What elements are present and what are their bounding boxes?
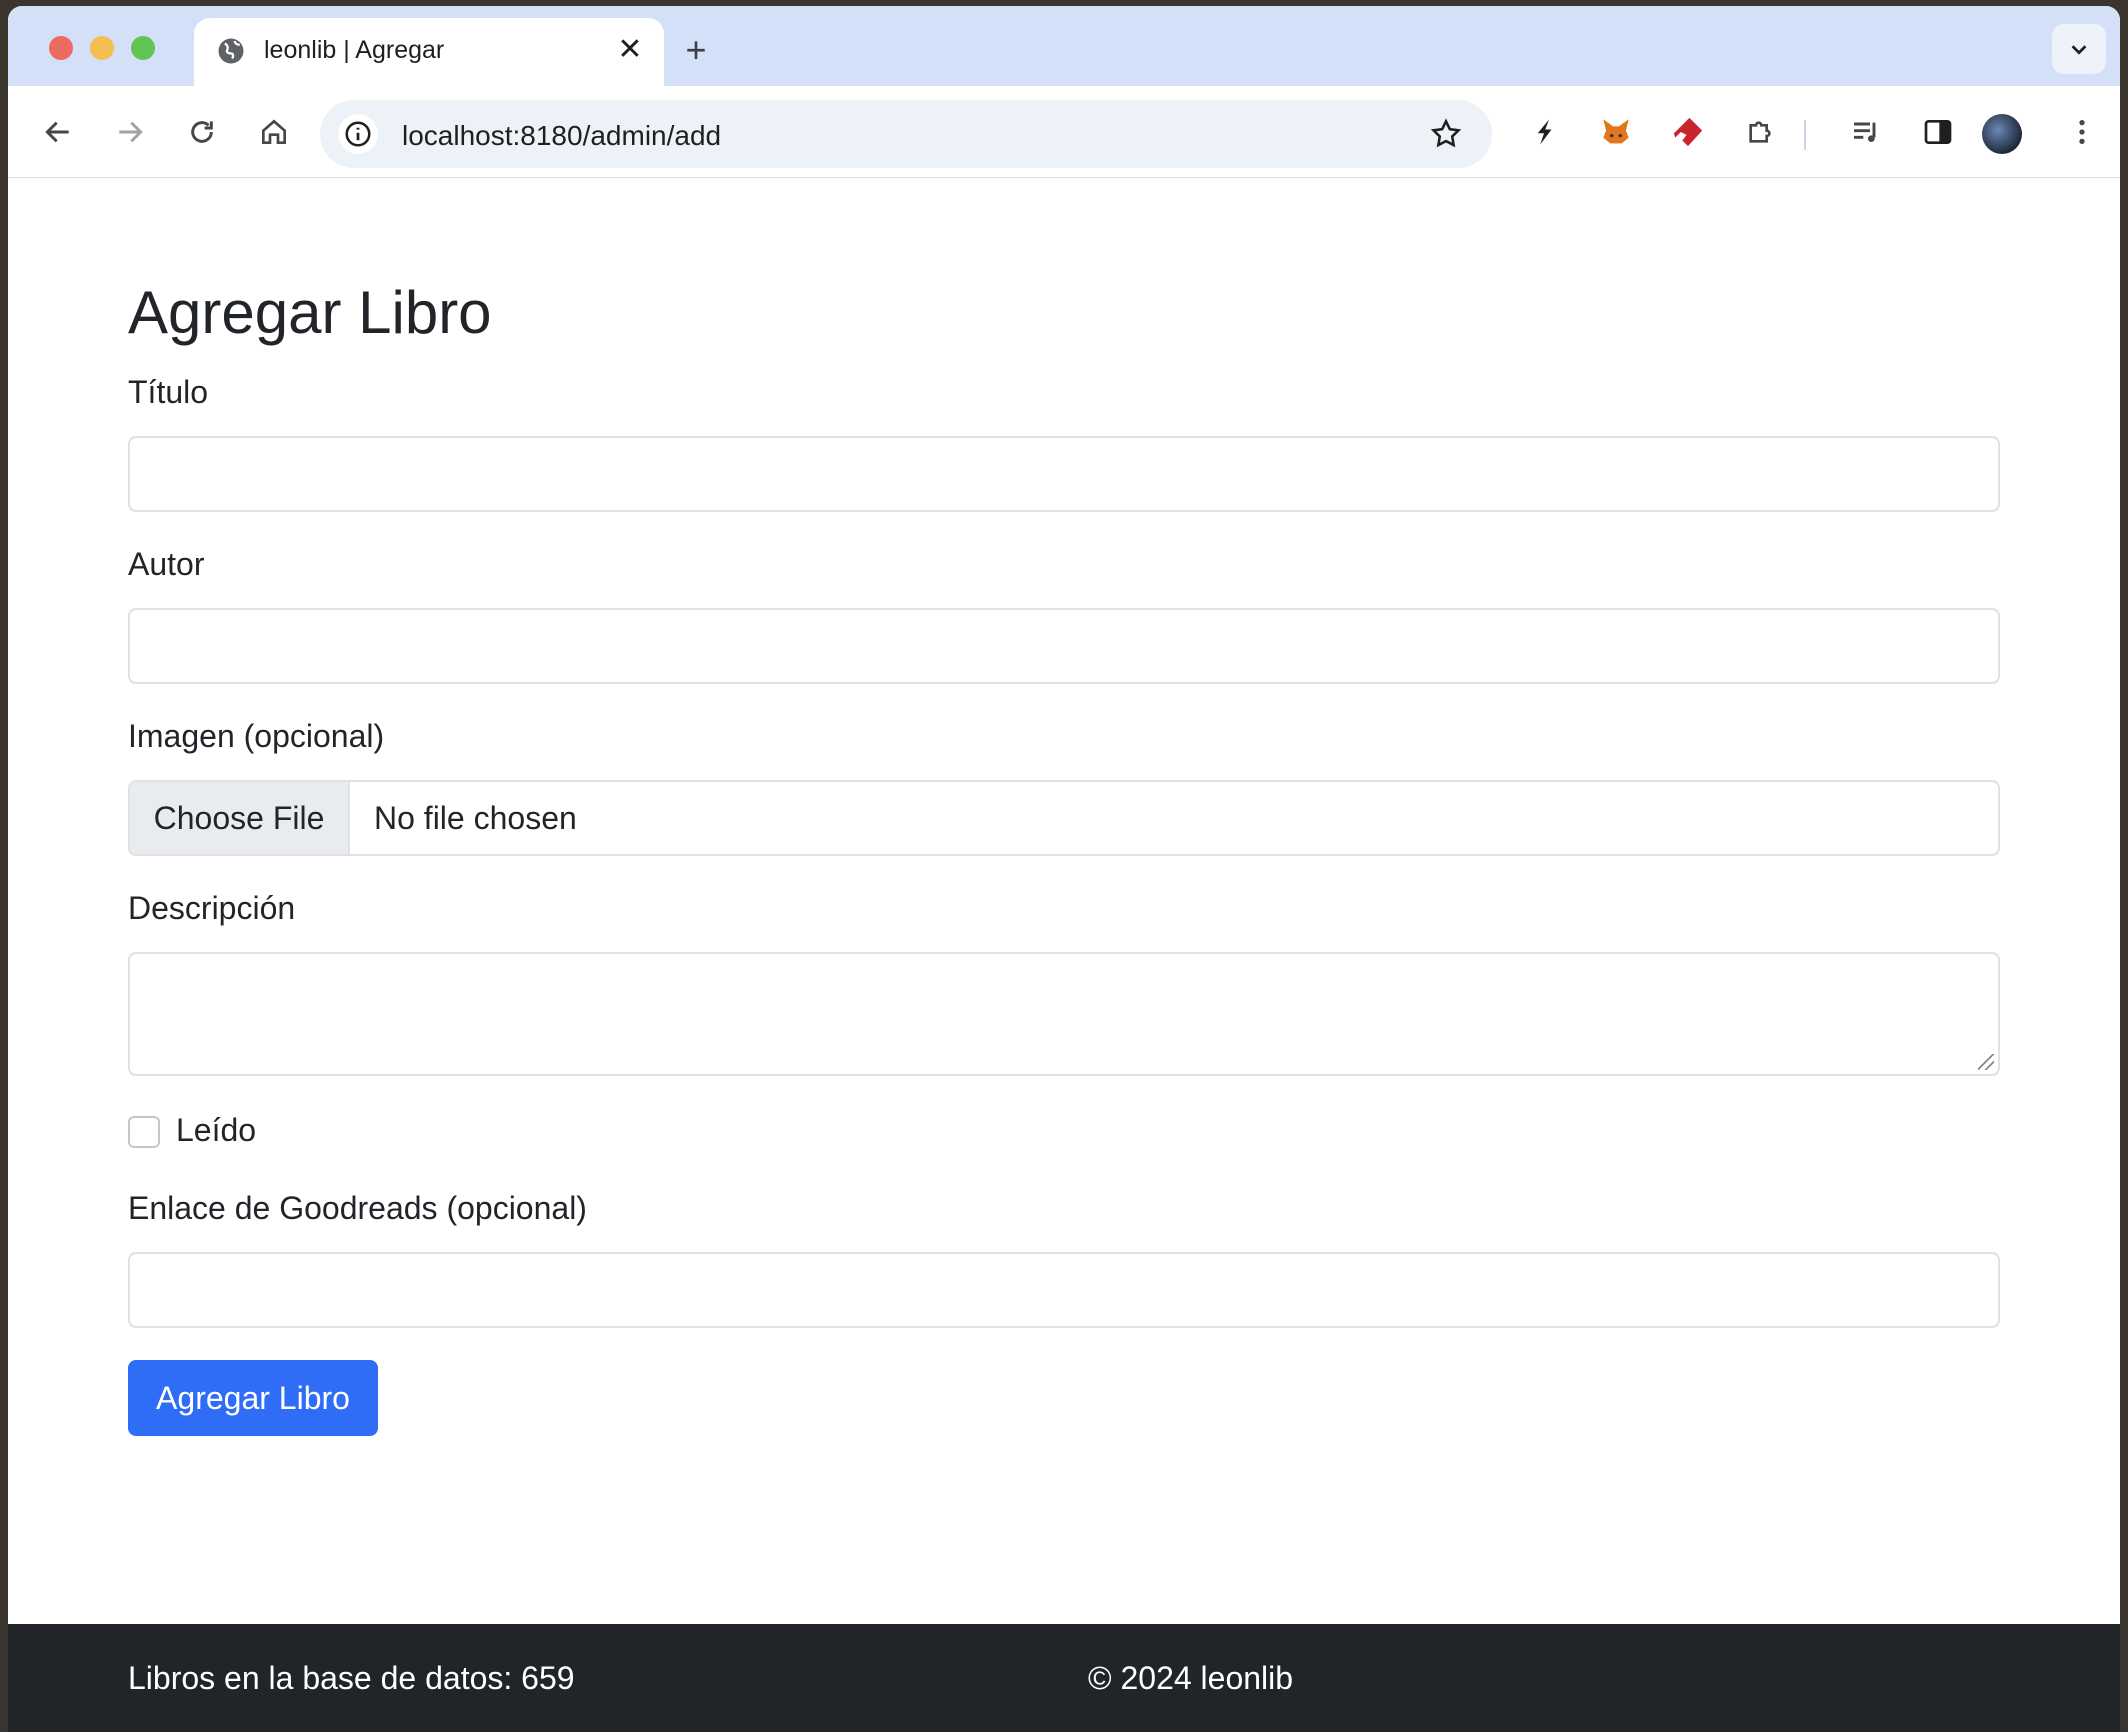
title-label: Título bbox=[128, 374, 209, 410]
active-tab[interactable]: leonlib | Agregar ✕ bbox=[194, 18, 664, 86]
copyright-text: © 2024 leonlib bbox=[1088, 1660, 1294, 1696]
queue-music-icon bbox=[1854, 122, 1876, 142]
read-label: Leído bbox=[176, 1112, 257, 1148]
forward-button[interactable] bbox=[110, 112, 150, 152]
maximize-window-button[interactable] bbox=[131, 36, 155, 60]
profile-avatar[interactable] bbox=[1982, 114, 2022, 154]
browser-window: leonlib | Agregar ✕ + localhost:8180/adm… bbox=[8, 6, 2120, 1732]
toolbar-separator bbox=[1804, 120, 1806, 150]
back-arrow-icon bbox=[45, 121, 69, 143]
extension-metamask-button[interactable] bbox=[1596, 112, 1636, 152]
description-textarea[interactable] bbox=[128, 952, 2000, 1076]
tab-close-button[interactable]: ✕ bbox=[612, 32, 648, 68]
star-icon bbox=[1430, 118, 1462, 148]
lightning-icon bbox=[1537, 119, 1552, 145]
choose-file-button[interactable]: Choose File bbox=[130, 782, 350, 854]
url-text: localhost:8180/admin/add bbox=[402, 120, 722, 151]
media-control-button[interactable] bbox=[1846, 112, 1886, 152]
tab-title: leonlib | Agregar bbox=[264, 36, 445, 64]
extension-red-button[interactable] bbox=[1668, 112, 1708, 152]
minimize-window-button[interactable] bbox=[90, 36, 114, 60]
resize-handle[interactable] bbox=[1978, 1054, 1994, 1070]
forward-arrow-icon bbox=[119, 121, 143, 143]
bookmark-star-button[interactable] bbox=[1426, 114, 1466, 154]
site-info-button[interactable] bbox=[338, 114, 378, 154]
extension-bolt-button[interactable] bbox=[1524, 112, 1564, 152]
read-checkbox[interactable] bbox=[128, 1116, 160, 1148]
close-window-button[interactable] bbox=[49, 36, 73, 60]
image-file-input[interactable]: Choose File No file chosen bbox=[128, 780, 2000, 856]
image-label: Imagen (opcional) bbox=[128, 718, 385, 754]
chevron-down-icon bbox=[2071, 45, 2087, 55]
reload-icon bbox=[191, 121, 213, 143]
author-label: Autor bbox=[128, 546, 205, 582]
address-bar[interactable]: localhost:8180/admin/add bbox=[320, 100, 1492, 168]
side-panel-icon bbox=[1924, 120, 1952, 144]
goodreads-input[interactable] bbox=[128, 1252, 2000, 1328]
reload-button[interactable] bbox=[182, 112, 222, 152]
back-button[interactable] bbox=[38, 112, 78, 152]
more-vertical-icon bbox=[2079, 120, 2085, 144]
goodreads-label: Enlace de Goodreads (opcional) bbox=[128, 1190, 587, 1226]
globe-icon bbox=[218, 38, 244, 64]
new-tab-button[interactable]: + bbox=[676, 30, 716, 70]
book-count-text: Libros en la base de datos: 659 bbox=[128, 1660, 575, 1696]
tab-search-button[interactable] bbox=[2052, 24, 2106, 74]
browser-menu-button[interactable] bbox=[2062, 112, 2102, 152]
file-status-text: No file chosen bbox=[374, 800, 577, 836]
extensions-button[interactable] bbox=[1740, 112, 1780, 152]
tab-strip: leonlib | Agregar ✕ + bbox=[8, 6, 2120, 86]
add-book-button[interactable]: Agregar Libro bbox=[128, 1360, 378, 1436]
author-input[interactable] bbox=[128, 608, 2000, 684]
side-panel-button[interactable] bbox=[1918, 112, 1958, 152]
page-title: Agregar Libro bbox=[128, 279, 492, 346]
fox-icon bbox=[1603, 119, 1629, 144]
home-button[interactable] bbox=[254, 112, 294, 152]
tag-icon bbox=[1673, 117, 1703, 147]
home-icon bbox=[262, 119, 286, 144]
title-input[interactable] bbox=[128, 436, 2000, 512]
puzzle-icon bbox=[1749, 121, 1771, 143]
page-content: Agregar Libro Título Autor Imagen (opcio… bbox=[8, 178, 2120, 1624]
description-label: Descripción bbox=[128, 890, 296, 926]
browser-toolbar: localhost:8180/admin/add bbox=[8, 86, 2120, 178]
page-footer: Libros en la base de datos: 659 © 2024 l… bbox=[8, 1624, 2120, 1732]
info-icon bbox=[345, 121, 371, 147]
